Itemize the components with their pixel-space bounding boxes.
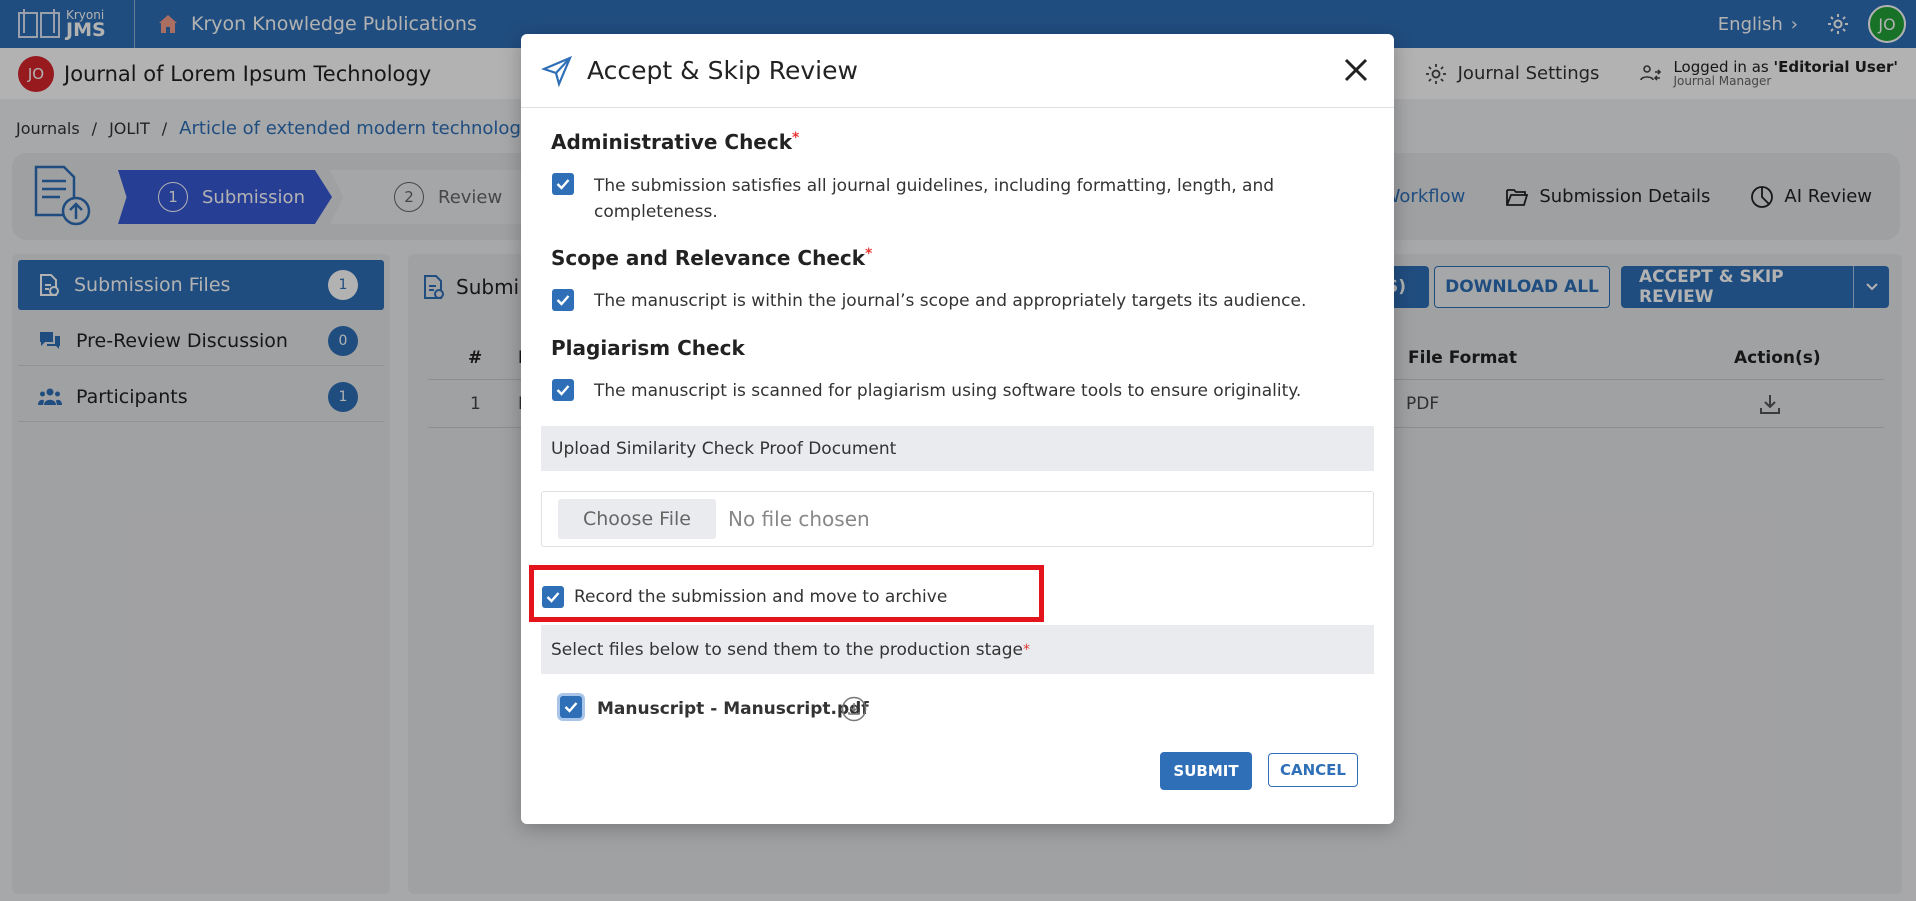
required-mark: * <box>792 130 800 146</box>
submit-button[interactable]: SUBMIT <box>1160 752 1252 790</box>
paper-plane-icon <box>541 55 573 87</box>
scope-check-title-text: Scope and Relevance Check <box>551 246 866 270</box>
admin-check-title: Administrative Check* <box>551 130 799 154</box>
admin-check-text: The submission satisfies all journal gui… <box>594 173 1274 225</box>
scope-check-text: The manuscript is within the journal’s s… <box>594 291 1307 311</box>
check-icon <box>556 179 570 190</box>
cancel-button[interactable]: CANCEL <box>1268 753 1358 787</box>
plagiarism-check-title: Plagiarism Check <box>551 336 745 360</box>
check-icon <box>546 592 560 603</box>
manuscript-file-checkbox[interactable] <box>560 696 582 718</box>
choose-file-button[interactable]: Choose File <box>558 499 716 539</box>
production-files-label: Select files below to send them to the p… <box>541 625 1374 674</box>
plagiarism-check-text: The manuscript is scanned for plagiarism… <box>594 381 1302 401</box>
upload-proof-label: Upload Similarity Check Proof Document <box>541 426 1374 471</box>
scope-check-checkbox[interactable] <box>552 289 574 311</box>
dialog-header: Accept & Skip Review <box>521 34 1394 108</box>
admin-check-title-text: Administrative Check <box>551 130 793 154</box>
similarity-file-input[interactable]: Choose File No file chosen <box>541 491 1374 547</box>
admin-check-line: The submission satisfies all journal gui… <box>594 176 1275 196</box>
admin-check-line: completeness. <box>594 202 718 222</box>
production-files-label-text: Select files below to send them to the p… <box>551 639 1023 660</box>
archive-label[interactable]: Record the submission and move to archiv… <box>574 584 947 610</box>
accept-skip-review-dialog: Accept & Skip Review Administrative Chec… <box>521 34 1394 824</box>
required-mark: * <box>865 246 873 262</box>
dialog-title: Accept & Skip Review <box>587 56 858 85</box>
archive-checkbox[interactable] <box>542 586 564 608</box>
required-mark: * <box>1022 641 1030 658</box>
admin-check-checkbox[interactable] <box>552 173 574 195</box>
manuscript-file-name: Manuscript - Manuscript.pdf <box>597 699 869 719</box>
check-icon <box>564 702 578 713</box>
scope-check-title: Scope and Relevance Check* <box>551 246 872 270</box>
download-icon[interactable] <box>841 696 867 722</box>
check-icon <box>556 295 570 306</box>
close-icon[interactable] <box>1342 56 1370 84</box>
check-icon <box>556 385 570 396</box>
plagiarism-check-checkbox[interactable] <box>552 379 574 401</box>
file-status: No file chosen <box>728 507 870 531</box>
